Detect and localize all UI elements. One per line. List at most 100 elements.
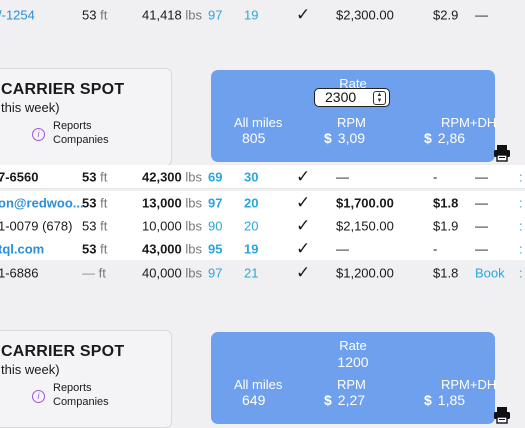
load-row[interactable]: 7-6560 53 ft 42,300 lbs 69 30 ✓ — - —: (0, 165, 525, 189)
rpm-label: RPM (337, 115, 366, 130)
load-weight: 10,000 lbs (142, 218, 203, 233)
printer-icon[interactable] (493, 406, 511, 424)
rpm-value: $3,09 (324, 130, 366, 146)
row-action: — (475, 241, 488, 256)
all-miles-value: 805 (242, 130, 266, 146)
carrier-spot-title: CARRIER SPOT (1, 343, 125, 360)
load-row[interactable]: 1-6886 — ft 40,000 lbs 97 21 ✓ $1,200.00 $1.8 Bo… (0, 260, 525, 286)
load-row[interactable]: tql.com 53 ft 43,000 lbs 95 19 ✓ — - —: (0, 237, 525, 261)
days-to-pay: 20 (244, 218, 259, 233)
companies-label: Companies (53, 396, 109, 408)
printer-icon[interactable] (493, 144, 511, 162)
rate-label: Rate (339, 338, 367, 353)
load-row-top[interactable]: /-1254 53 ft 41,418 lbs 97 19 ✓ $2,300.0… (0, 0, 525, 30)
all-miles-label: All miles (234, 377, 283, 392)
checkmark-icon: ✓ (296, 238, 311, 258)
trailer-length: 53 ft (82, 169, 108, 184)
credit-score: 97 (208, 265, 223, 281)
days-to-pay: 21 (244, 265, 259, 281)
days-to-pay: 19 (244, 7, 259, 23)
edge-marker: : (519, 265, 523, 281)
rate-value: 1200 (337, 354, 369, 370)
checkmark-icon: ✓ (296, 166, 311, 186)
load-weight: 41,418 lbs (142, 7, 203, 23)
load-rpm: $2.9 (433, 7, 459, 23)
reports-companies-link[interactable]: Reports Companies (53, 119, 109, 147)
load-rate: $1,700.00 (336, 195, 394, 210)
row-action: — (475, 218, 488, 233)
rate-input-value: 2300 (325, 89, 357, 105)
row-action: — (475, 169, 488, 184)
days-to-pay: 19 (244, 241, 259, 256)
checkmark-icon: ✓ (296, 192, 311, 212)
load-rpm: $1.9 (433, 218, 459, 233)
rpm-dh-value: $1,85 (424, 392, 466, 408)
contact-cell[interactable]: 1-0079 (678) (0, 218, 72, 233)
contact-cell[interactable]: 1-6886 (0, 266, 38, 281)
contact-cell[interactable]: tql.com (0, 241, 44, 256)
days-to-pay: 30 (244, 169, 259, 184)
load-rate: $2,300.00 (336, 7, 394, 23)
rpm-dh-label: RPM+DH (441, 115, 497, 130)
row-action: — (475, 7, 488, 23)
contact-link[interactable]: /-1254 (0, 8, 35, 23)
load-rpm: $1.8 (433, 195, 459, 210)
carrier-spot-subtitle: this week) (1, 100, 60, 115)
load-rpm: - (433, 241, 438, 256)
rate-card: Rate 2300 ▲ ▼ All miles 805 RPM $3,09 RPM… (211, 70, 497, 162)
checkmark-icon: ✓ (296, 5, 311, 24)
book-button[interactable]: Book (475, 266, 505, 281)
load-weight: 43,000 lbs (142, 241, 203, 256)
reports-companies-link[interactable]: Reports Companies (53, 381, 109, 409)
rpm-label: RPM (337, 377, 366, 392)
load-rate: — (336, 169, 349, 184)
load-row[interactable]: on@redwoo... 53 ft 13,000 lbs 97 20 ✓ $1,700.0… (0, 191, 525, 215)
edge-marker: : (519, 169, 523, 184)
load-rate: — (336, 241, 349, 256)
info-icon[interactable]: i (32, 128, 45, 141)
companies-label: Companies (53, 134, 109, 146)
rate-card: Rate 1200 All miles 649 RPM $2,27 RPM+DH… (211, 332, 497, 424)
load-rate: $2,150.00 (336, 218, 394, 233)
trailer-length: — ft (82, 265, 106, 281)
stepper-icon[interactable]: ▲ ▼ (373, 91, 386, 105)
row-action: — (475, 195, 488, 210)
reports-label: Reports (53, 382, 92, 394)
info-icon[interactable]: i (32, 390, 45, 403)
rpm-value: $2,27 (324, 392, 366, 408)
credit-score: 69 (208, 169, 223, 184)
load-weight: 13,000 lbs (142, 195, 203, 210)
contact-cell[interactable]: 7-6560 (0, 169, 38, 184)
load-weight: 42,300 lbs (142, 169, 203, 184)
credit-score: 97 (208, 195, 223, 210)
rate-input[interactable]: 2300 ▲ ▼ (314, 88, 390, 107)
reports-label: Reports (53, 120, 92, 132)
trailer-length: 53 ft (82, 218, 108, 233)
credit-score: 90 (208, 218, 223, 233)
load-weight: 40,000 lbs (142, 265, 203, 281)
load-rate: $1,200.00 (336, 265, 394, 281)
edge-marker: : (519, 218, 523, 233)
trailer-length: 53 ft (82, 195, 108, 210)
edge-marker: : (519, 241, 523, 256)
all-miles-label: All miles (234, 115, 283, 130)
rpm-dh-value: $2,86 (424, 130, 466, 146)
checkmark-icon: ✓ (296, 215, 311, 235)
checkmark-icon: ✓ (296, 263, 311, 282)
carrier-spot-title: CARRIER SPOT (1, 81, 125, 98)
credit-score: 97 (208, 7, 223, 23)
trailer-length: 53 ft (82, 241, 108, 256)
contact-cell[interactable]: on@redwoo... (0, 195, 84, 210)
trailer-length: 53 ft (82, 7, 108, 23)
carrier-spot-card: CARRIER SPOT this week) i Reports Compan… (0, 68, 172, 166)
days-to-pay: 20 (244, 195, 259, 210)
rpm-dh-label: RPM+DH (441, 377, 497, 392)
credit-score: 95 (208, 241, 223, 256)
load-row[interactable]: 1-0079 (678) 53 ft 10,000 lbs 90 20 ✓ $2,150.0… (0, 214, 525, 238)
edge-marker: : (519, 195, 523, 210)
load-rpm: $1.8 (433, 265, 459, 281)
all-miles-value: 649 (242, 392, 266, 408)
carrier-spot-card: CARRIER SPOT this week) i Reports Compan… (0, 330, 172, 428)
load-rpm: - (433, 169, 438, 184)
carrier-spot-subtitle: this week) (1, 362, 60, 377)
